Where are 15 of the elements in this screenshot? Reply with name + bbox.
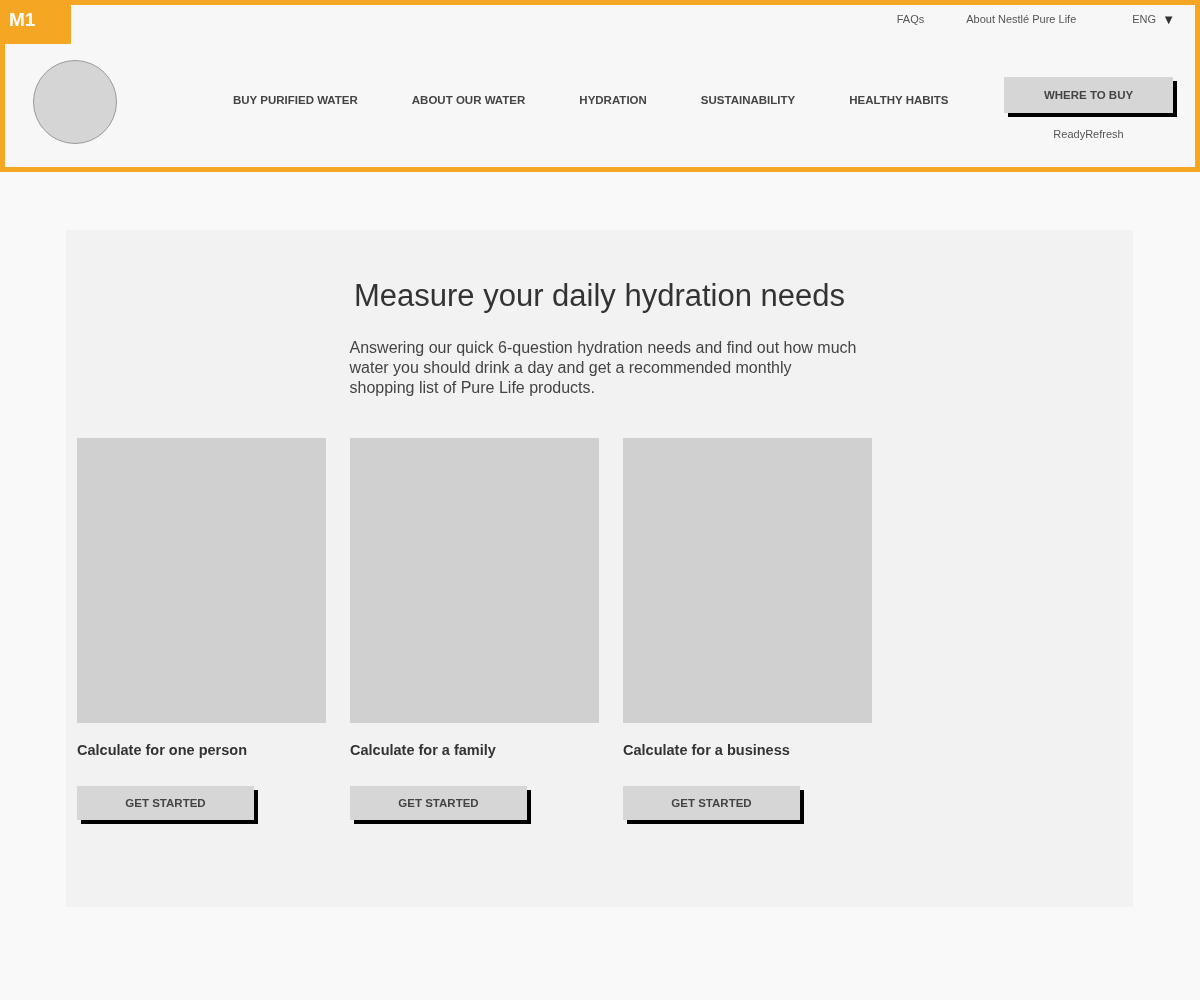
section-description: Answering our quick 6-question hydration needs and find out how much water you should drink a day and get a recommended monthly shopping list of Pure Life products.: [349, 338, 858, 398]
card-title: Calculate for one person: [77, 742, 248, 758]
nav-link[interactable]: SUSTAINABILITY: [700, 94, 796, 106]
card-title: Calculate for a business: [623, 742, 791, 758]
utility-link[interactable]: About Nestlé Pure Life: [966, 13, 1077, 25]
nav-link[interactable]: BUY PURIFIED WATER: [233, 94, 358, 106]
language-selector[interactable]: ENG ▼: [1132, 11, 1175, 27]
nav-link[interactable]: HEALTHY HABITS: [849, 94, 949, 106]
nav-link[interactable]: ABOUT OUR WATER: [411, 94, 526, 106]
utility-link[interactable]: FAQs: [896, 13, 925, 25]
nav-link[interactable]: HYDRATION: [579, 94, 647, 106]
card-title: Calculate for a family: [350, 742, 497, 758]
section-title: Measure your daily hydration needs: [352, 278, 847, 314]
caret-icon: ▼: [1162, 11, 1175, 27]
ready-refresh-link[interactable]: ReadyRefresh: [1053, 128, 1124, 140]
